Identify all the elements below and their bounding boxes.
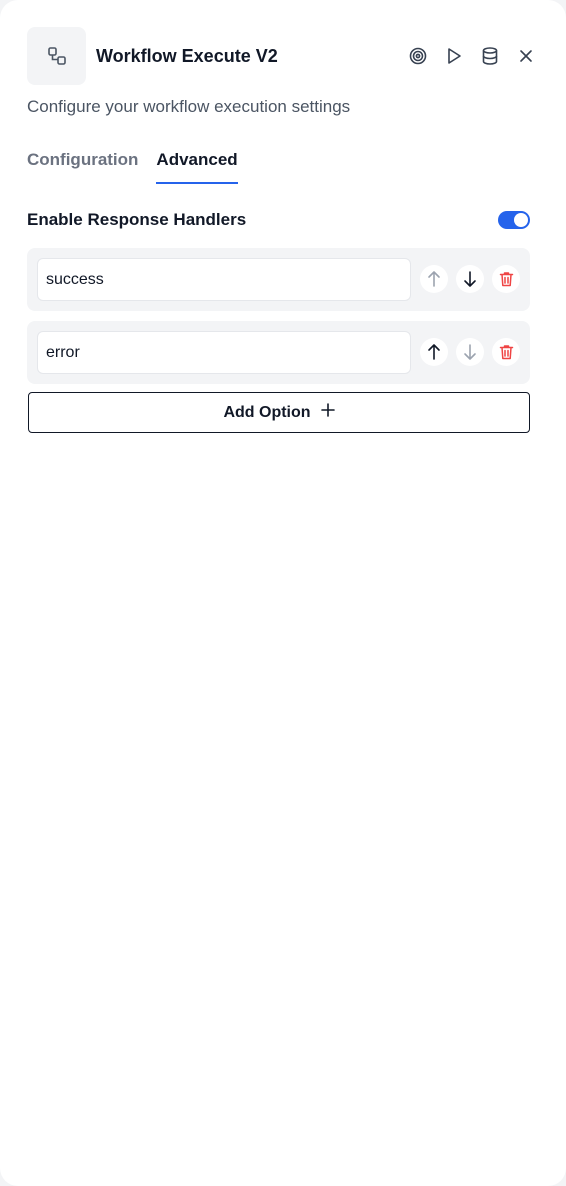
move-up-icon[interactable] (420, 265, 448, 293)
options-list (27, 248, 530, 394)
page-subtitle: Configure your workflow execution settin… (27, 97, 351, 116)
trash-icon[interactable] (492, 265, 520, 293)
response-handlers-row: Enable Response Handlers (27, 208, 530, 234)
add-option-label: Add Option (223, 403, 311, 421)
page-title: Workflow Execute V2 (96, 46, 278, 66)
tab-advanced[interactable]: Advanced (156, 148, 238, 184)
move-up-icon[interactable] (420, 338, 448, 366)
plus-icon (320, 403, 335, 422)
header-actions (408, 44, 536, 68)
toggle-knob (514, 213, 528, 227)
option-row-success (27, 248, 530, 311)
target-icon[interactable] (408, 44, 428, 68)
response-handlers-label: Enable Response Handlers (27, 210, 247, 229)
panel-header: Workflow Execute V2 (27, 27, 536, 85)
database-icon[interactable] (480, 44, 500, 68)
add-option-button[interactable]: Add Option (28, 392, 530, 433)
response-handlers-toggle[interactable] (498, 211, 530, 229)
trash-icon[interactable] (492, 338, 520, 366)
tab-bar: Configuration Advanced (27, 148, 238, 184)
option-input[interactable] (37, 331, 411, 374)
option-input[interactable] (37, 258, 411, 301)
workflow-nodes-icon (27, 27, 86, 85)
play-icon[interactable] (444, 44, 464, 68)
move-down-icon[interactable] (456, 265, 484, 293)
option-row-error (27, 321, 530, 384)
option-actions (420, 338, 520, 366)
tab-configuration[interactable]: Configuration (27, 148, 138, 184)
move-down-icon[interactable] (456, 338, 484, 366)
node-settings-panel: Workflow Execute V2 Configure your workf… (0, 0, 566, 1186)
close-icon[interactable] (516, 44, 536, 68)
option-actions (420, 265, 520, 293)
